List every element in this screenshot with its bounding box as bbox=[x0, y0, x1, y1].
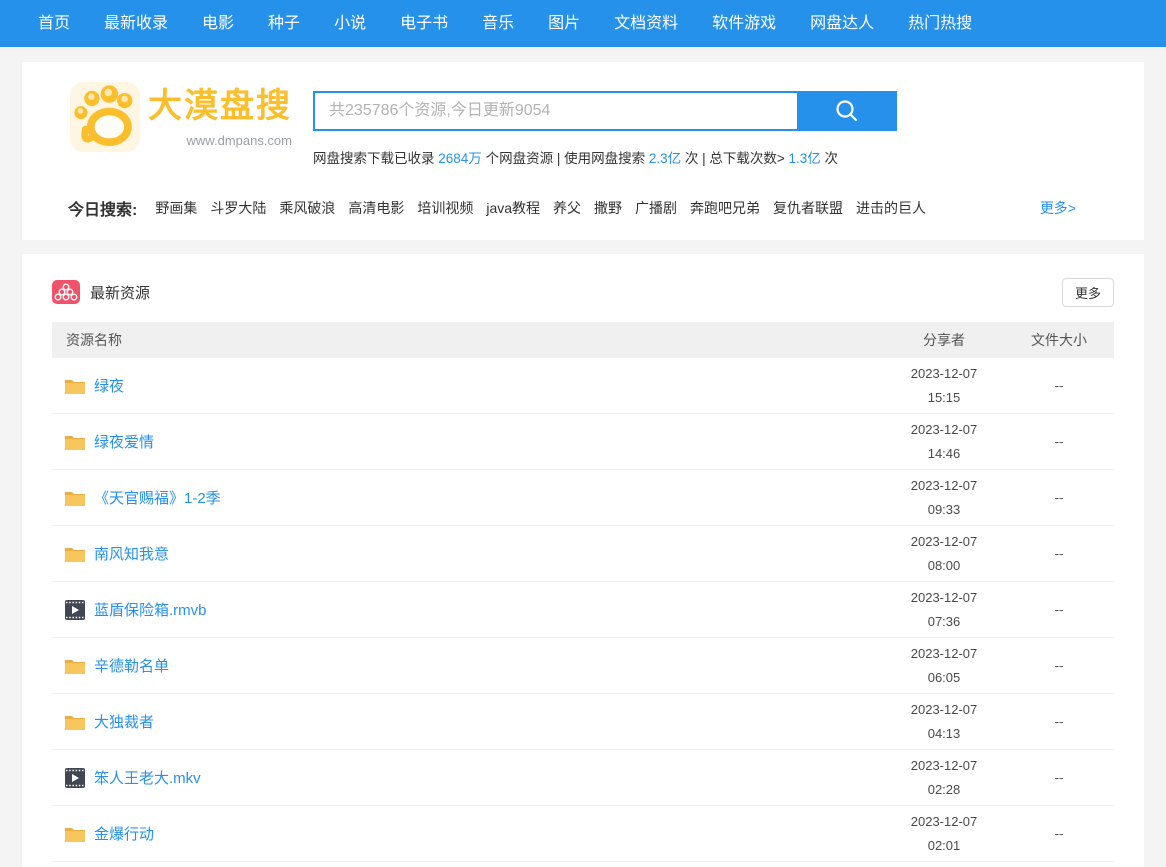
site-url: www.dmpans.com bbox=[148, 133, 292, 148]
share-datetime: 2023-12-0702:01 bbox=[884, 810, 1004, 858]
stat-download-count: 1.3亿 bbox=[789, 151, 821, 166]
site-name: 大漠盘搜 bbox=[148, 82, 292, 131]
share-datetime: 2023-12-0707:36 bbox=[884, 586, 1004, 634]
column-file-size: 文件大小 bbox=[1004, 330, 1114, 350]
file-size: -- bbox=[1004, 546, 1114, 561]
file-size: -- bbox=[1004, 490, 1114, 505]
video-icon bbox=[64, 768, 86, 788]
share-datetime: 2023-12-0709:33 bbox=[884, 474, 1004, 522]
nav-item-torrents[interactable]: 种子 bbox=[251, 0, 317, 47]
column-sharer: 分享者 bbox=[884, 330, 1004, 350]
folder-icon bbox=[64, 544, 86, 564]
nav-item-movies[interactable]: 电影 bbox=[185, 0, 251, 47]
paw-logo-icon bbox=[70, 82, 140, 152]
today-search-label: 今日搜索: bbox=[68, 196, 137, 220]
folder-icon bbox=[64, 712, 86, 732]
file-size: -- bbox=[1004, 770, 1114, 785]
hot-keyword[interactable]: 养父 bbox=[553, 198, 581, 218]
more-button[interactable]: 更多 bbox=[1062, 278, 1114, 307]
hot-keyword[interactable]: 高清电影 bbox=[348, 198, 404, 218]
hot-keyword[interactable]: 奔跑吧兄弟 bbox=[690, 198, 760, 218]
table-row: 大独裁者 2023-12-0704:13 -- bbox=[52, 694, 1114, 750]
site-stats: 网盘搜索下载已收录 2684万 个网盘资源 | 使用网盘搜索 2.3亿 次 | … bbox=[313, 147, 838, 167]
nav-item-novels[interactable]: 小说 bbox=[317, 0, 383, 47]
resource-link[interactable]: 笨人王老大.mkv bbox=[94, 767, 201, 788]
latest-resources-header: 最新资源 更多 bbox=[52, 278, 1114, 306]
folder-icon bbox=[64, 824, 86, 844]
share-datetime: 2023-12-0704:13 bbox=[884, 698, 1004, 746]
nav-item-home[interactable]: 首页 bbox=[21, 0, 87, 47]
hot-keyword[interactable]: 培训视频 bbox=[417, 198, 473, 218]
stat-total-resources: 2684万 bbox=[438, 151, 482, 166]
resource-link[interactable]: 金爆行动 bbox=[94, 823, 154, 844]
table-row: 辛德勒名单 2023-12-0706:05 -- bbox=[52, 638, 1114, 694]
today-search-more-link[interactable]: 更多> bbox=[1040, 198, 1076, 218]
folder-icon bbox=[64, 376, 86, 396]
share-datetime: 2023-12-0708:00 bbox=[884, 530, 1004, 578]
today-search-row: 今日搜索: 野画集 斗罗大陆 乘风破浪 高清电影 培训视频 java教程 养父 … bbox=[68, 196, 1096, 220]
table-row: 金爆行动 2023-12-0702:01 -- bbox=[52, 806, 1114, 862]
search-icon bbox=[834, 98, 860, 124]
table-row: 绿夜 2023-12-0715:15 -- bbox=[52, 358, 1114, 414]
top-navigation: 首页 最新收录 电影 种子 小说 电子书 音乐 图片 文档资料 软件游戏 网盘达… bbox=[0, 0, 1166, 47]
file-size: -- bbox=[1004, 826, 1114, 841]
section-title: 最新资源 bbox=[90, 282, 150, 303]
column-resource-name: 资源名称 bbox=[52, 330, 884, 350]
hot-resources-icon bbox=[52, 280, 80, 304]
resource-link[interactable]: 南风知我意 bbox=[94, 543, 169, 564]
hot-keyword[interactable]: 斗罗大陆 bbox=[210, 198, 266, 218]
share-datetime: 2023-12-0714:46 bbox=[884, 418, 1004, 466]
nav-item-ebooks[interactable]: 电子书 bbox=[383, 0, 465, 47]
file-size: -- bbox=[1004, 714, 1114, 729]
table-row: 绿夜爱情 2023-12-0714:46 -- bbox=[52, 414, 1114, 470]
nav-item-software-games[interactable]: 软件游戏 bbox=[695, 0, 793, 47]
table-header: 资源名称 分享者 文件大小 bbox=[52, 322, 1114, 358]
hot-keyword[interactable]: 乘风破浪 bbox=[279, 198, 335, 218]
search-bar bbox=[313, 91, 897, 131]
nav-item-netdisk-users[interactable]: 网盘达人 bbox=[793, 0, 891, 47]
hot-keyword[interactable]: 复仇者联盟 bbox=[773, 198, 843, 218]
hot-keyword[interactable]: java教程 bbox=[486, 198, 540, 218]
nav-item-documents[interactable]: 文档资料 bbox=[597, 0, 695, 47]
latest-resources-card: 最新资源 更多 资源名称 分享者 文件大小 绿夜 2023-12-0715:15… bbox=[22, 254, 1144, 867]
search-input[interactable] bbox=[313, 91, 797, 131]
video-icon bbox=[64, 600, 86, 620]
file-size: -- bbox=[1004, 602, 1114, 617]
folder-icon bbox=[64, 656, 86, 676]
resource-link[interactable]: 蓝盾保险箱.rmvb bbox=[94, 599, 207, 620]
resource-link[interactable]: 绿夜爱情 bbox=[94, 431, 154, 452]
nav-item-music[interactable]: 音乐 bbox=[465, 0, 531, 47]
hot-keyword[interactable]: 野画集 bbox=[155, 198, 197, 218]
file-size: -- bbox=[1004, 378, 1114, 393]
share-datetime: 2023-12-0706:05 bbox=[884, 642, 1004, 690]
folder-icon bbox=[64, 432, 86, 452]
file-size: -- bbox=[1004, 658, 1114, 673]
hot-keyword[interactable]: 广播剧 bbox=[635, 198, 677, 218]
share-datetime: 2023-12-0715:15 bbox=[884, 362, 1004, 410]
share-datetime: 2023-12-0702:28 bbox=[884, 754, 1004, 802]
nav-item-hot-searches[interactable]: 热门热搜 bbox=[891, 0, 989, 47]
stat-search-count: 2.3亿 bbox=[649, 151, 681, 166]
nav-item-images[interactable]: 图片 bbox=[531, 0, 597, 47]
table-row: 笨人王老大.mkv 2023-12-0702:28 -- bbox=[52, 750, 1114, 806]
search-button[interactable] bbox=[797, 91, 897, 131]
file-size: -- bbox=[1004, 434, 1114, 449]
folder-icon bbox=[64, 488, 86, 508]
hot-keyword[interactable]: 进击的巨人 bbox=[856, 198, 926, 218]
hot-keyword[interactable]: 撒野 bbox=[594, 198, 622, 218]
header-card: 大漠盘搜 www.dmpans.com 网盘搜索下载已收录 2684万 个网盘资… bbox=[22, 62, 1144, 240]
resource-link[interactable]: 辛德勒名单 bbox=[94, 655, 169, 676]
resource-link[interactable]: 大独裁者 bbox=[94, 711, 154, 732]
site-logo[interactable]: 大漠盘搜 www.dmpans.com bbox=[70, 82, 292, 152]
table-row: 蓝盾保险箱.rmvb 2023-12-0707:36 -- bbox=[52, 582, 1114, 638]
resource-link[interactable]: 绿夜 bbox=[94, 375, 124, 396]
nav-item-latest[interactable]: 最新收录 bbox=[87, 0, 185, 47]
table-row: 南风知我意 2023-12-0708:00 -- bbox=[52, 526, 1114, 582]
resource-link[interactable]: 《天官赐福》1-2季 bbox=[94, 487, 221, 508]
hot-keyword-list: 野画集 斗罗大陆 乘风破浪 高清电影 培训视频 java教程 养父 撒野 广播剧… bbox=[155, 198, 1039, 218]
table-row: 《天官赐福》1-2季 2023-12-0709:33 -- bbox=[52, 470, 1114, 526]
